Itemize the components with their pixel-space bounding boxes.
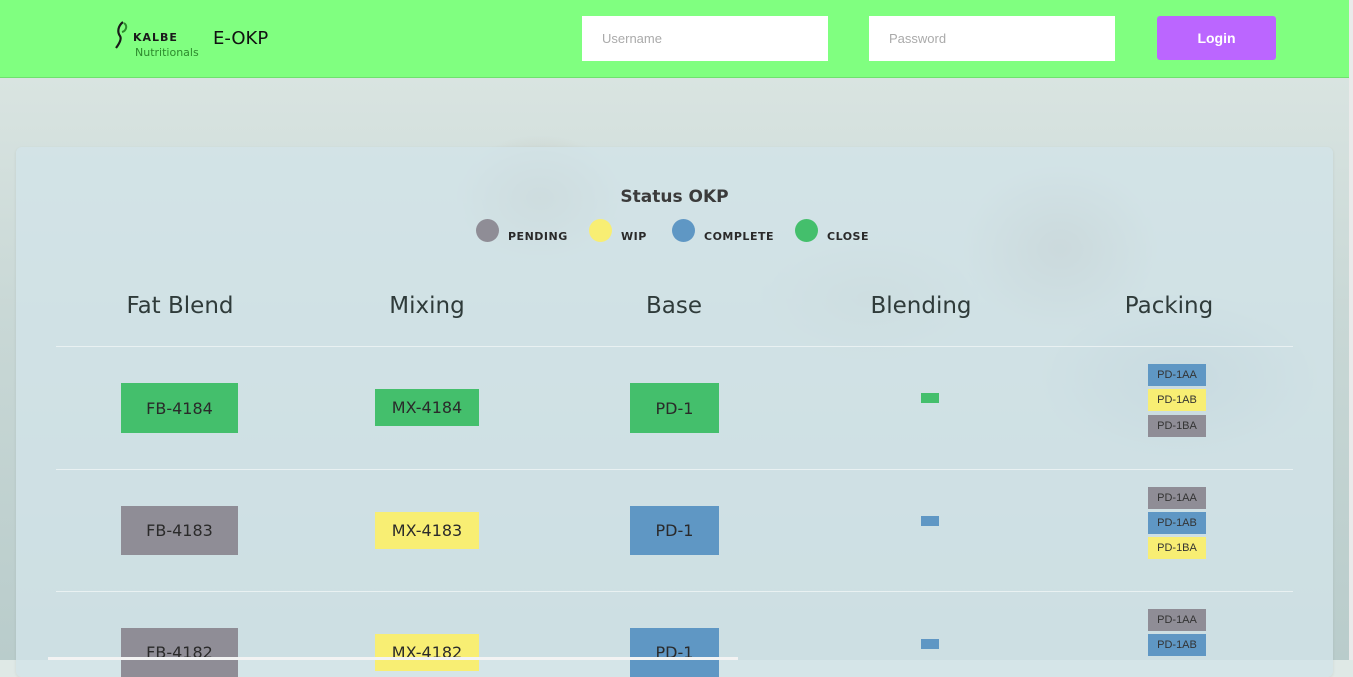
fat-blend-card[interactable]: FB-4182 (121, 628, 238, 677)
blending-marker[interactable] (921, 639, 939, 649)
legend-label: WIP (621, 230, 647, 243)
packing-chip[interactable]: PD-1AB (1148, 389, 1206, 411)
app-title: E-OKP (213, 28, 269, 49)
password-input[interactable] (869, 16, 1115, 61)
packing-chip[interactable]: PD-1AA (1148, 609, 1206, 631)
page-scrollbar[interactable] (1349, 0, 1353, 660)
mixing-card[interactable]: MX-4182 (375, 634, 479, 671)
mixing-card[interactable]: MX-4184 (375, 389, 479, 426)
logo-subtitle: Nutritionals (135, 46, 199, 59)
base-card[interactable]: PD-1 (630, 628, 719, 677)
logo-brand: KALBE (133, 31, 178, 44)
pending-dot-icon (476, 219, 499, 242)
base-card[interactable]: PD-1 (630, 383, 719, 433)
close-dot-icon (795, 219, 818, 242)
legend-label: PENDING (508, 230, 568, 243)
packing-chip[interactable]: PD-1AA (1148, 487, 1206, 509)
kalbe-logo[interactable]: KALBE Nutritionals (114, 18, 204, 62)
row-divider (56, 591, 1293, 592)
packing-chip[interactable]: PD-1AB (1148, 512, 1206, 534)
base-card[interactable]: PD-1 (630, 506, 719, 555)
okp-status-panel: Status OKP PENDING WIP COMPLETE CLOSE Fa… (16, 147, 1333, 677)
legend-label: COMPLETE (704, 230, 774, 243)
packing-chip[interactable]: PD-1BA (1148, 537, 1206, 559)
login-button[interactable]: Login (1157, 16, 1276, 60)
legend-label: CLOSE (827, 230, 869, 243)
top-navbar: KALBE Nutritionals E-OKP Login (0, 0, 1353, 78)
blending-marker[interactable] (921, 516, 939, 526)
fat-blend-card[interactable]: FB-4183 (121, 506, 238, 555)
column-header-fat-blend: Fat Blend (126, 293, 234, 319)
wip-dot-icon (589, 219, 612, 242)
packing-chip[interactable]: PD-1AB (1148, 634, 1206, 656)
packing-chip[interactable]: PD-1BA (1148, 415, 1206, 437)
column-header-packing: Packing (1124, 293, 1214, 319)
row-divider (56, 469, 1293, 470)
column-header-base: Base (645, 293, 702, 319)
column-header-mixing: Mixing (389, 293, 465, 319)
fat-blend-card[interactable]: FB-4184 (121, 383, 238, 433)
leaf-figure-icon (115, 21, 128, 49)
mixing-card[interactable]: MX-4183 (375, 512, 479, 549)
username-input[interactable] (582, 16, 828, 61)
blending-marker[interactable] (921, 393, 939, 403)
column-header-blending: Blending (870, 293, 972, 319)
status-title: Status OKP (620, 187, 729, 207)
complete-dot-icon (672, 219, 695, 242)
packing-chip[interactable]: PD-1AA (1148, 364, 1206, 386)
row-divider (56, 346, 1293, 347)
